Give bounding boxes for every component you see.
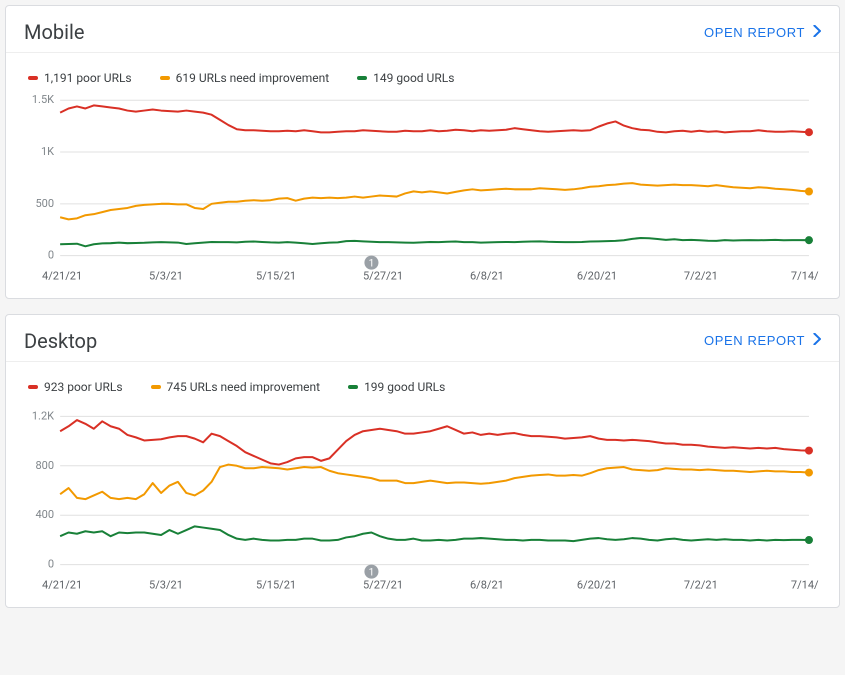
legend-swatch-good — [357, 76, 367, 80]
open-report-desktop-button[interactable]: OPEN REPORT — [704, 329, 821, 352]
legend-swatch-need — [160, 76, 170, 80]
legend-swatch-need — [151, 385, 161, 389]
svg-text:1K: 1K — [41, 145, 54, 158]
mobile-chart: 0 500 1K 1.5K 4/21/21 5/3/21 5/15/21 5/27/21 6/8… — [26, 89, 819, 290]
svg-text:400: 400 — [35, 508, 54, 521]
svg-text:6/8/21: 6/8/21 — [470, 578, 504, 591]
chevron-right-icon — [813, 25, 821, 40]
svg-text:5/15/21: 5/15/21 — [256, 578, 296, 591]
legend-need: 619 URLs need improvement — [160, 71, 330, 85]
desktop-chart: 0 400 800 1.2K 4/21/21 5/3/21 5/15/21 5/27/21 6/… — [26, 398, 819, 599]
svg-text:5/3/21: 5/3/21 — [149, 578, 183, 591]
mobile-card: Mobile OPEN REPORT 1,191 poor URLs 619 U… — [5, 5, 840, 299]
svg-text:7/14/21: 7/14/21 — [791, 578, 819, 591]
mobile-title: Mobile — [24, 20, 84, 44]
legend-good: 199 good URLs — [348, 380, 445, 394]
svg-text:5/27/21: 5/27/21 — [363, 578, 403, 591]
mobile-chart-wrap: 0 500 1K 1.5K 4/21/21 5/3/21 5/15/21 5/27/21 6/8… — [6, 89, 839, 298]
legend-poor: 923 poor URLs — [28, 380, 123, 394]
svg-text:1: 1 — [369, 567, 375, 578]
svg-text:6/20/21: 6/20/21 — [577, 578, 617, 591]
svg-text:4/21/21: 4/21/21 — [42, 578, 82, 591]
desktop-card: Desktop OPEN REPORT 923 poor URLs 745 UR… — [5, 314, 840, 608]
legend-swatch-good — [348, 385, 358, 389]
svg-text:500: 500 — [35, 197, 54, 210]
desktop-chart-wrap: 0 400 800 1.2K 4/21/21 5/3/21 5/15/21 5/27/21 6/… — [6, 398, 839, 607]
svg-text:6/20/21: 6/20/21 — [577, 270, 617, 283]
svg-text:5/15/21: 5/15/21 — [256, 270, 296, 283]
legend-swatch-poor — [28, 385, 38, 389]
open-report-mobile-button[interactable]: OPEN REPORT — [704, 21, 821, 44]
svg-text:800: 800 — [35, 459, 54, 472]
legend-good-label: 149 good URLs — [373, 71, 454, 85]
svg-text:1.5K: 1.5K — [32, 93, 54, 106]
legend-good-label: 199 good URLs — [364, 380, 445, 394]
svg-text:7/2/21: 7/2/21 — [684, 270, 718, 283]
legend-need-label: 745 URLs need improvement — [167, 380, 321, 394]
svg-text:1: 1 — [369, 258, 375, 269]
svg-text:7/14/21: 7/14/21 — [791, 270, 819, 283]
mobile-card-header: Mobile OPEN REPORT — [6, 6, 839, 53]
legend-need: 745 URLs need improvement — [151, 380, 321, 394]
legend-good: 149 good URLs — [357, 71, 454, 85]
svg-text:5/27/21: 5/27/21 — [363, 270, 403, 283]
legend-need-label: 619 URLs need improvement — [176, 71, 330, 85]
svg-text:0: 0 — [48, 249, 54, 262]
desktop-legend: 923 poor URLs 745 URLs need improvement … — [6, 362, 839, 398]
svg-text:7/2/21: 7/2/21 — [684, 578, 718, 591]
legend-poor: 1,191 poor URLs — [28, 71, 132, 85]
legend-swatch-poor — [28, 76, 38, 80]
open-report-label: OPEN REPORT — [704, 333, 805, 348]
svg-text:5/3/21: 5/3/21 — [149, 270, 183, 283]
svg-text:6/8/21: 6/8/21 — [470, 270, 504, 283]
svg-text:4/21/21: 4/21/21 — [42, 270, 82, 283]
desktop-title: Desktop — [24, 329, 97, 353]
open-report-label: OPEN REPORT — [704, 25, 805, 40]
legend-poor-label: 923 poor URLs — [44, 380, 123, 394]
svg-text:0: 0 — [48, 557, 54, 570]
svg-text:1.2K: 1.2K — [32, 409, 54, 422]
desktop-card-header: Desktop OPEN REPORT — [6, 315, 839, 362]
chevron-right-icon — [813, 333, 821, 348]
legend-poor-label: 1,191 poor URLs — [44, 71, 132, 85]
mobile-legend: 1,191 poor URLs 619 URLs need improvemen… — [6, 53, 839, 89]
